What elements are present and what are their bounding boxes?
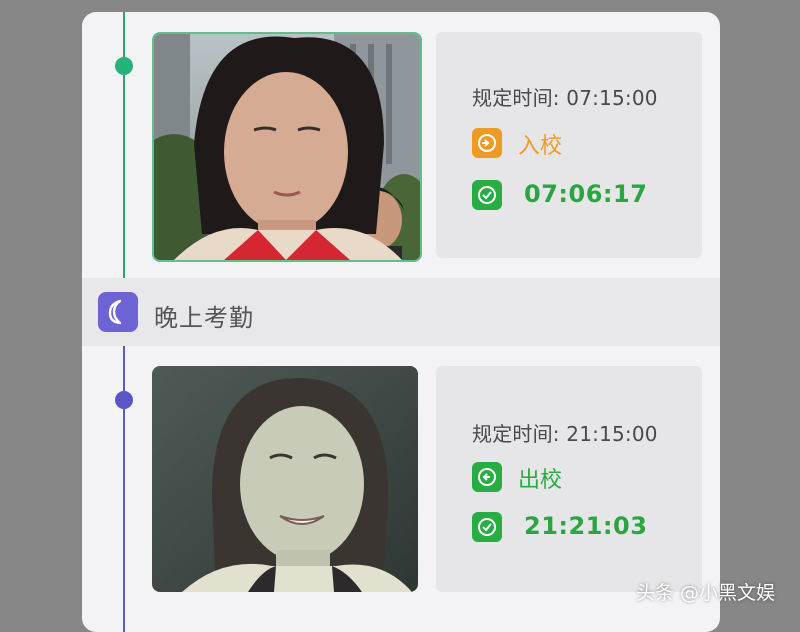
- check-icon: [472, 180, 502, 210]
- rule-time: 规定时间: 21:15:00: [472, 422, 658, 446]
- exit-school-icon: [472, 462, 502, 492]
- enter-school-icon: [472, 128, 502, 158]
- actual-clock-time: 07:06:17: [524, 180, 648, 208]
- student-photo-morning[interactable]: [152, 32, 422, 262]
- attendance-card: 规定时间: 07:15:00 入校 07:06:17 晚上考勤 规定时间: 21…: [82, 12, 720, 632]
- timeline-line-morning: [123, 12, 125, 278]
- record-info-panel-evening: 规定时间: 21:15:00 出校 21:21:03: [436, 366, 702, 592]
- timeline-dot-morning: [115, 57, 133, 75]
- timeline-line-evening: [123, 346, 125, 632]
- moon-icon: [98, 292, 138, 332]
- record-type-label: 出校: [518, 468, 563, 493]
- record-type-label: 入校: [518, 134, 563, 159]
- actual-clock-time: 21:21:03: [524, 512, 648, 540]
- check-icon: [472, 512, 502, 542]
- rule-time: 规定时间: 07:15:00: [472, 86, 658, 110]
- record-info-panel-morning: 规定时间: 07:15:00 入校 07:06:17: [436, 32, 702, 258]
- section-title: 晚上考勤: [154, 304, 254, 332]
- timeline-dot-evening: [115, 391, 133, 409]
- watermark-text: 头条 @小黑文娱: [636, 582, 776, 604]
- student-photo-evening[interactable]: [152, 366, 418, 592]
- evening-attendance-header[interactable]: 晚上考勤: [82, 278, 720, 346]
